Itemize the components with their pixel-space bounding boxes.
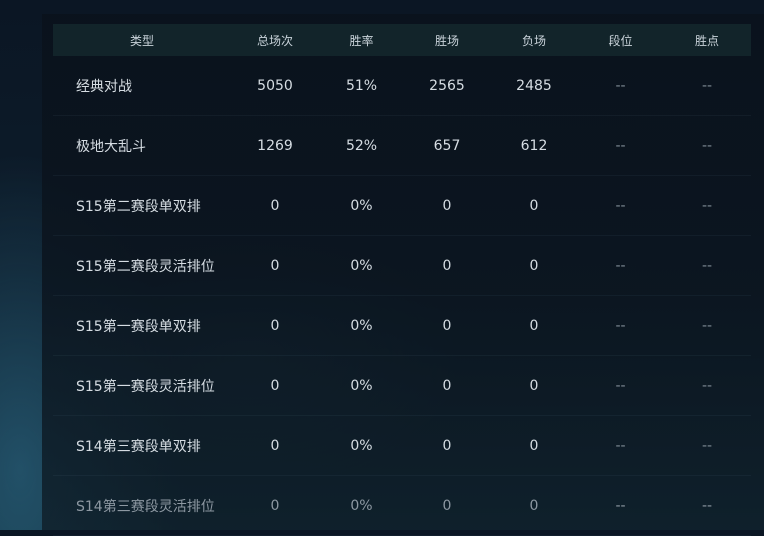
header-rank: 段位 [608, 33, 633, 48]
row-win-rate: 0% [350, 437, 373, 454]
table-row: S15第一赛段灵活排位 0 0% 0 0 -- -- [53, 356, 751, 416]
table-row: S15第二赛段单双排 0 0% 0 0 -- -- [53, 176, 751, 236]
row-win-rate: 0% [350, 197, 373, 214]
row-league-points: -- [701, 197, 713, 214]
table-header: 类型 总场次 胜率 胜场 负场 段位 胜点 [53, 24, 751, 56]
row-type: S15第二赛段灵活排位 [76, 258, 215, 275]
row-league-points: -- [701, 437, 713, 454]
row-win-rate: 0% [350, 377, 373, 394]
row-league-points: -- [701, 377, 713, 394]
row-type: S14第三赛段单双排 [76, 438, 201, 455]
table-row: S15第一赛段单双排 0 0% 0 0 -- -- [53, 296, 751, 356]
header-league-points: 胜点 [694, 33, 719, 48]
row-type: S15第一赛段灵活排位 [76, 378, 215, 395]
row-wins: 0 [442, 377, 452, 394]
header-wins: 胜场 [434, 33, 459, 48]
row-total-games: 0 [270, 437, 280, 454]
row-rank: -- [615, 77, 626, 94]
row-total-games: 0 [270, 317, 280, 334]
row-league-points: -- [701, 317, 713, 334]
row-total-games: 0 [270, 257, 280, 274]
ranked-stats-table: 类型 总场次 胜率 胜场 负场 段位 胜点 经典对战 5050 51% 2565… [53, 24, 751, 536]
row-league-points: -- [701, 77, 713, 94]
row-losses: 0 [529, 257, 539, 274]
row-win-rate: 52% [345, 137, 378, 154]
row-losses: 0 [529, 317, 539, 334]
row-win-rate: 0% [350, 497, 373, 514]
row-type: S15第二赛段单双排 [76, 198, 201, 215]
row-type: 极地大乱斗 [76, 138, 146, 155]
row-wins: 0 [442, 497, 452, 514]
row-type: S14第三赛段灵活排位 [76, 498, 215, 515]
row-type: 经典对战 [76, 78, 132, 95]
row-losses: 0 [529, 377, 539, 394]
row-losses: 0 [529, 497, 539, 514]
row-rank: -- [615, 437, 626, 454]
table-row: S14第三赛段单双排 0 0% 0 0 -- -- [53, 416, 751, 476]
table-row: 极地大乱斗 1269 52% 657 612 -- -- [53, 116, 751, 176]
header-win-rate: 胜率 [349, 33, 374, 48]
row-rank: -- [615, 137, 626, 154]
table-row: S15第二赛段灵活排位 0 0% 0 0 -- -- [53, 236, 751, 296]
row-total-games: 1269 [257, 137, 293, 154]
row-wins: 0 [442, 257, 452, 274]
row-total-games: 0 [270, 377, 280, 394]
row-losses: 0 [529, 437, 539, 454]
row-league-points: -- [701, 137, 713, 154]
header-type: 类型 [129, 33, 154, 48]
row-league-points: -- [701, 257, 713, 274]
row-rank: -- [615, 497, 626, 514]
row-win-rate: 0% [350, 317, 373, 334]
table-row: 经典对战 5050 51% 2565 2485 -- -- [53, 56, 751, 116]
row-wins: 2565 [429, 77, 465, 94]
row-win-rate: 0% [350, 257, 373, 274]
row-league-points: -- [701, 497, 713, 514]
header-losses: 负场 [521, 33, 546, 48]
row-total-games: 5050 [257, 77, 293, 94]
row-win-rate: 51% [345, 77, 378, 94]
row-losses: 612 [520, 137, 548, 154]
table-row: S14第三赛段灵活排位 0 0% 0 0 -- -- [53, 476, 751, 536]
row-rank: -- [615, 377, 626, 394]
row-total-games: 0 [270, 497, 280, 514]
row-total-games: 0 [270, 197, 280, 214]
row-wins: 0 [442, 317, 452, 334]
row-losses: 2485 [516, 77, 552, 94]
row-wins: 657 [433, 137, 461, 154]
header-total-games: 总场次 [256, 33, 293, 48]
row-rank: -- [615, 317, 626, 334]
row-rank: -- [615, 257, 626, 274]
row-wins: 0 [442, 197, 452, 214]
row-type: S15第一赛段单双排 [76, 318, 201, 335]
row-wins: 0 [442, 437, 452, 454]
row-rank: -- [615, 197, 626, 214]
row-losses: 0 [529, 197, 539, 214]
